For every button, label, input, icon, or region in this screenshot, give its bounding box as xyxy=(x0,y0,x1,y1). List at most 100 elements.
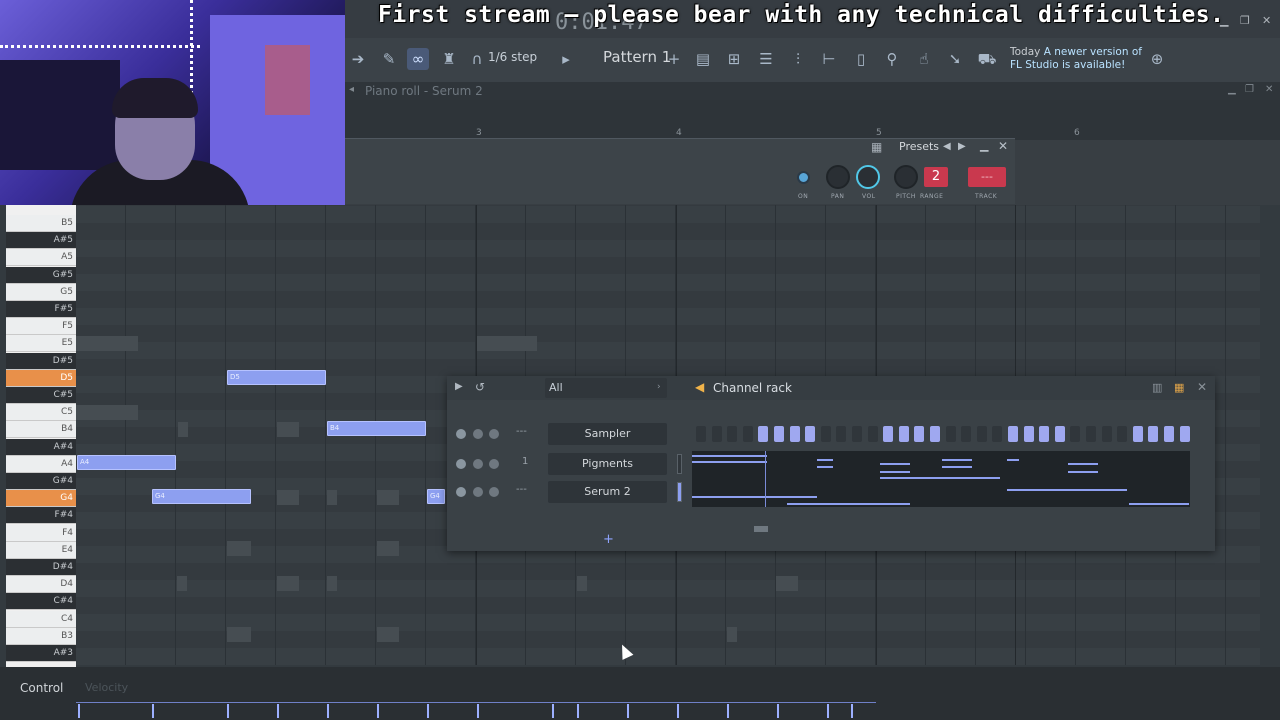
step-button[interactable] xyxy=(961,426,972,442)
piano-key[interactable]: C5 xyxy=(6,404,76,422)
velocity-bar[interactable] xyxy=(552,704,554,718)
volume-knob[interactable] xyxy=(856,165,880,189)
step-button[interactable] xyxy=(727,426,738,442)
note-b4[interactable]: B4 xyxy=(327,421,426,436)
channel-pan-knob[interactable] xyxy=(473,429,483,439)
step-button[interactable] xyxy=(1086,426,1096,442)
velocity-bar[interactable] xyxy=(427,704,429,718)
velocity-bar[interactable] xyxy=(851,704,853,718)
snap-selector[interactable]: 1/6 step xyxy=(488,50,537,64)
piano-key[interactable]: E5 xyxy=(6,335,76,353)
note-d5[interactable]: D5 xyxy=(227,370,326,385)
globe-icon[interactable]: ⊕ xyxy=(1146,48,1168,70)
piano-key[interactable]: G4 xyxy=(6,490,76,508)
step-view-icon[interactable]: ▦ xyxy=(1174,381,1184,394)
velocity-bar[interactable] xyxy=(377,704,379,718)
step-button[interactable] xyxy=(742,426,753,442)
velocity-bar[interactable] xyxy=(477,704,479,718)
step-button[interactable] xyxy=(852,426,862,442)
piano-key[interactable]: D4 xyxy=(6,576,76,594)
pattern-selector[interactable]: Pattern 1 xyxy=(603,48,671,66)
step-button[interactable] xyxy=(930,426,940,442)
piano-key[interactable]: D#5 xyxy=(6,352,76,370)
channel-piano-roll-preview[interactable] xyxy=(692,451,1190,507)
piano-key[interactable]: D#4 xyxy=(6,559,76,576)
step-button[interactable] xyxy=(1023,426,1034,442)
plug-icon[interactable]: ⚲ xyxy=(881,48,903,70)
rack-menu-icon[interactable]: ▶ xyxy=(455,381,463,392)
step-button[interactable] xyxy=(1179,426,1190,442)
piano-key[interactable]: B3 xyxy=(6,627,76,645)
piano-roll-maximize-icon[interactable]: ❐ xyxy=(1245,84,1254,95)
velocity-bar[interactable] xyxy=(727,704,729,718)
channel-track-number[interactable]: 1 xyxy=(522,456,528,467)
step-button[interactable] xyxy=(992,426,1003,442)
velocity-bar[interactable] xyxy=(627,704,629,718)
channel-mute-button[interactable] xyxy=(456,459,466,469)
piano-roll-icon[interactable]: ⊞ xyxy=(723,48,745,70)
channel-button[interactable]: Serum 2 xyxy=(548,481,667,503)
piano-roll-close-icon[interactable]: ✕ xyxy=(1265,84,1273,95)
step-button[interactable] xyxy=(1101,426,1112,442)
dropdown-arrow-icon[interactable]: › xyxy=(657,382,661,392)
piano-key[interactable]: A4 xyxy=(6,455,76,473)
channel-track-number[interactable]: --- xyxy=(516,426,527,437)
piano-key[interactable]: A#4 xyxy=(6,438,76,456)
playlist-icon[interactable]: ▤ xyxy=(692,48,714,70)
channel-on-toggle[interactable] xyxy=(797,171,810,184)
step-button[interactable] xyxy=(711,426,722,442)
event-editor[interactable] xyxy=(0,667,1280,720)
piano-roll-titlebar[interactable] xyxy=(345,82,1280,100)
brush-icon[interactable]: ✎ xyxy=(378,48,400,70)
cart-icon[interactable]: ⛟ xyxy=(976,48,998,70)
piano-key[interactable]: F#4 xyxy=(6,507,76,525)
channel-button[interactable]: Pigments xyxy=(548,453,667,475)
next-preset-icon[interactable]: ▶ xyxy=(958,141,966,152)
maximize-icon[interactable]: ❐ xyxy=(1240,14,1250,27)
prev-preset-icon[interactable]: ◀ xyxy=(943,141,951,152)
piano-key[interactable]: A5 xyxy=(6,249,76,267)
step-button[interactable] xyxy=(789,426,800,442)
play-pattern-icon[interactable]: ▸ xyxy=(555,48,577,70)
velocity-bar[interactable] xyxy=(327,704,329,718)
note-a4[interactable]: A4 xyxy=(77,455,176,470)
browser-icon[interactable]: ⊢ xyxy=(818,48,840,70)
panel-close-icon[interactable]: ✕ xyxy=(998,139,1008,153)
step-button[interactable] xyxy=(1008,426,1018,442)
step-button[interactable] xyxy=(914,426,925,442)
velocity-bar[interactable] xyxy=(677,704,679,718)
stamp-icon[interactable]: ♜ xyxy=(438,48,460,70)
add-pattern-icon[interactable]: + xyxy=(663,48,685,70)
link-icon[interactable]: ∞ xyxy=(407,48,429,70)
step-button[interactable] xyxy=(1132,426,1143,442)
step-button[interactable] xyxy=(945,426,956,442)
range-value[interactable]: 2 xyxy=(924,167,948,187)
piano-key[interactable]: C#5 xyxy=(6,387,76,404)
piano-key[interactable]: C#4 xyxy=(6,593,76,611)
step-button[interactable] xyxy=(758,426,769,442)
step-button[interactable] xyxy=(1164,426,1174,442)
magnet-icon[interactable]: ∩ xyxy=(466,48,488,70)
channel-pan-knob[interactable] xyxy=(473,487,483,497)
velocity-bar[interactable] xyxy=(78,704,80,718)
piano-key[interactable]: C4 xyxy=(6,610,76,628)
piano-key[interactable]: F4 xyxy=(6,524,76,542)
mixer-track-value[interactable]: --- xyxy=(968,167,1006,187)
step-button[interactable] xyxy=(1148,426,1159,442)
channel-mute-button[interactable] xyxy=(456,487,466,497)
undo-icon[interactable]: ↺ xyxy=(475,380,485,394)
step-button[interactable] xyxy=(898,426,909,442)
channel-select-indicator[interactable] xyxy=(677,482,682,502)
channel-select-indicator[interactable] xyxy=(677,454,682,474)
close-icon[interactable]: ✕ xyxy=(1262,14,1271,27)
channel-button[interactable]: Sampler xyxy=(548,423,667,445)
step-button[interactable] xyxy=(976,426,987,442)
rack-close-icon[interactable]: ✕ xyxy=(1197,380,1207,394)
channel-volume-knob[interactable] xyxy=(489,429,499,439)
rack-scrollbar[interactable] xyxy=(754,526,768,532)
graph-editor-icon[interactable]: ▥ xyxy=(1152,381,1162,394)
step-button[interactable] xyxy=(805,426,816,442)
velocity-bar[interactable] xyxy=(227,704,229,718)
add-channel-button[interactable]: + xyxy=(603,532,614,547)
news-panel[interactable]: Today A newer version of FL Studio is av… xyxy=(1010,46,1150,72)
